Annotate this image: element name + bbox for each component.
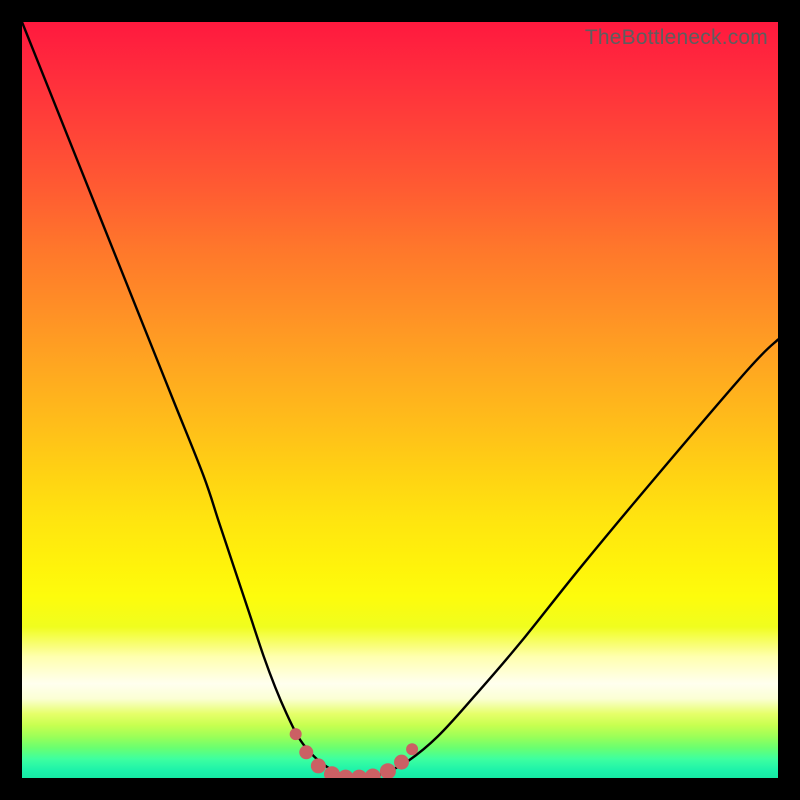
watermark-text: TheBottleneck.com [585,26,768,50]
trough-marker [351,770,367,778]
trough-marker [290,728,302,740]
trough-marker-group [290,728,418,778]
bottleneck-curve [22,22,778,778]
trough-marker [324,766,340,778]
trough-marker [311,758,326,773]
trough-marker [380,763,396,778]
curve-layer [22,22,778,778]
trough-marker [365,768,381,778]
plot-area: TheBottleneck.com [22,22,778,778]
trough-marker [299,745,313,759]
trough-marker [338,770,354,778]
trough-marker [406,743,418,755]
chart-frame: TheBottleneck.com [0,0,800,800]
trough-marker [394,755,409,770]
